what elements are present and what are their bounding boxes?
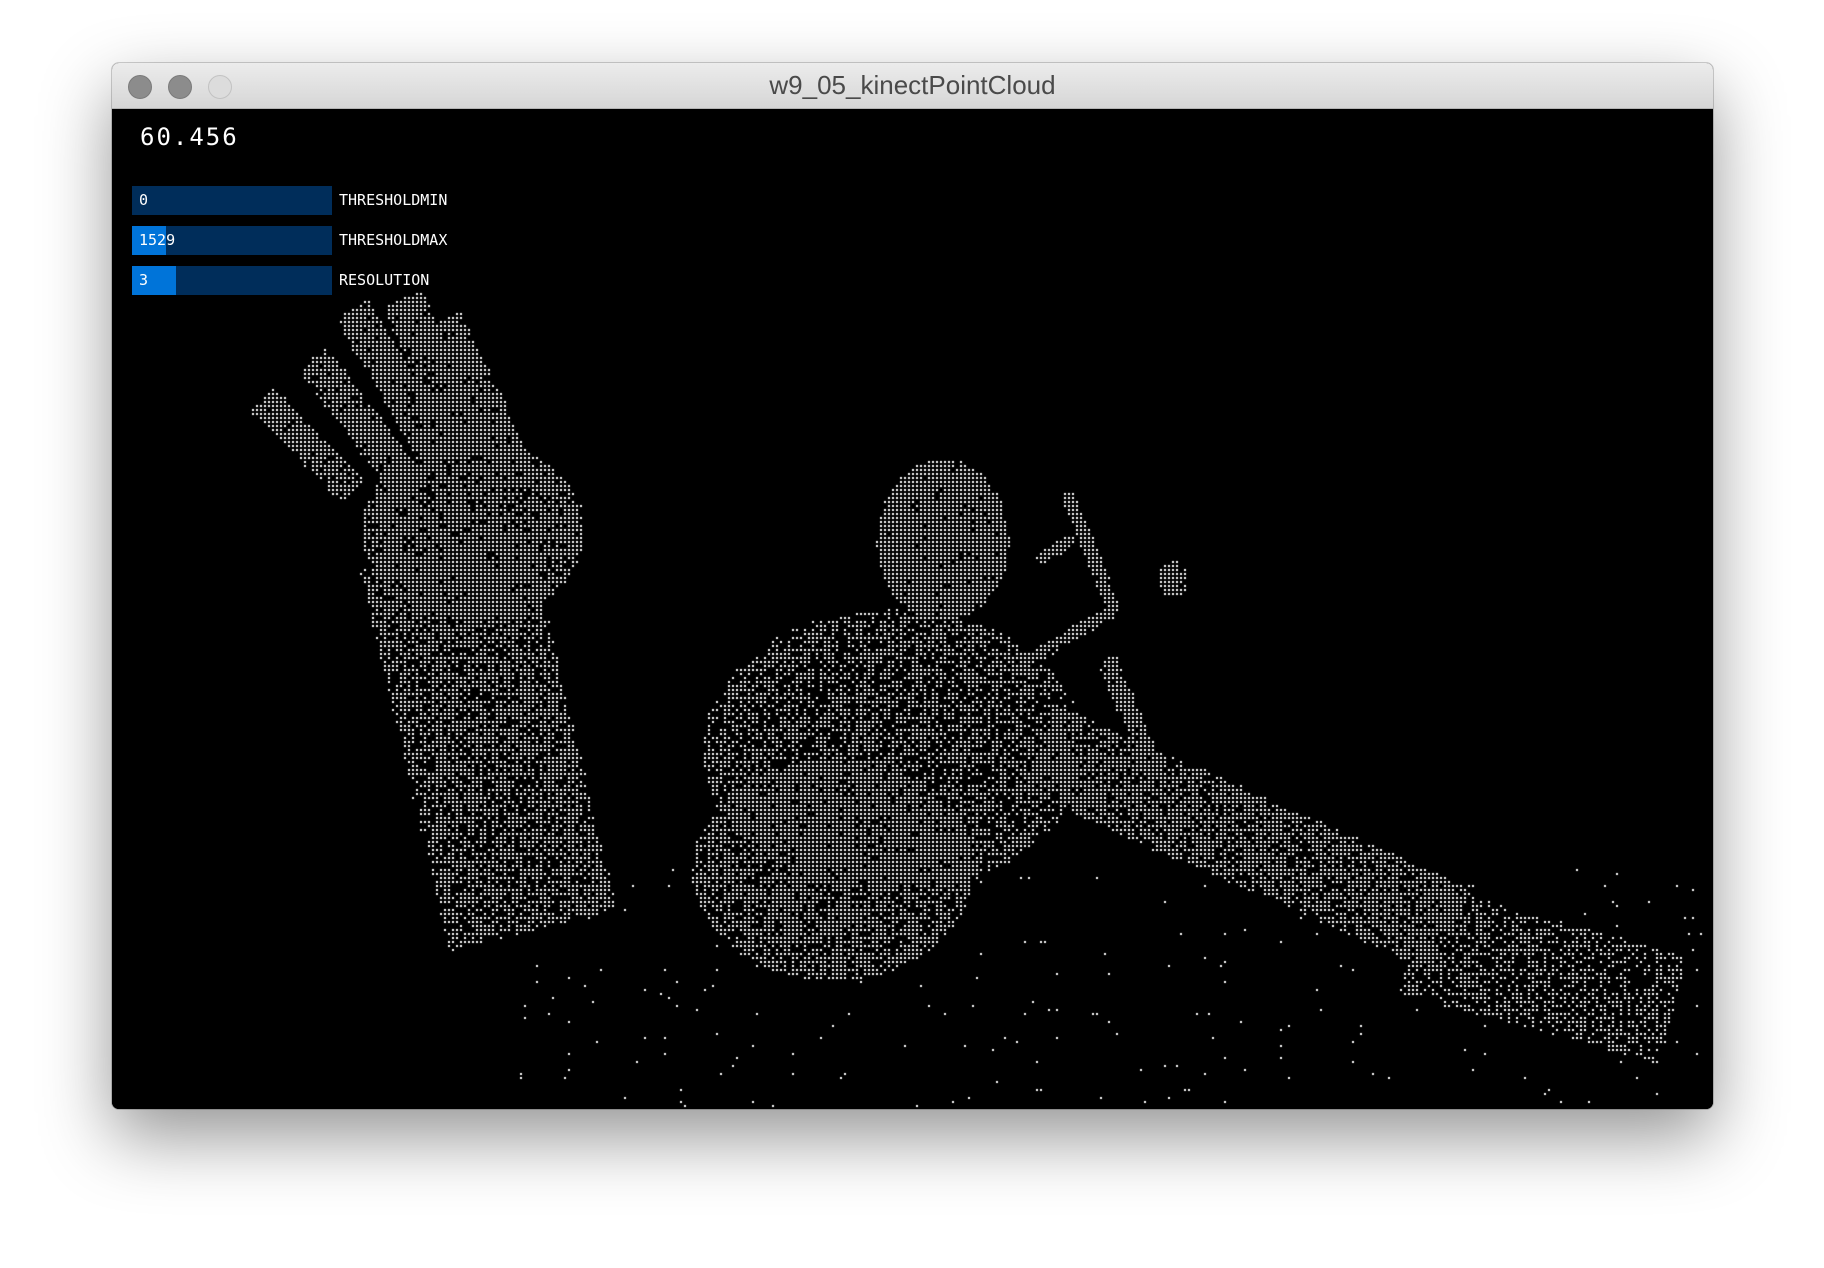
resolution-track[interactable]: 3 [132,266,332,295]
frame-rate-readout: 60.456 [140,123,239,151]
sketch-canvas[interactable]: 60.456 0 THRESHOLDMIN 1529 THRESHOLDMAX … [112,109,1713,1109]
threshold-min-label: THRESHOLDMIN [339,191,448,209]
resolution-label: RESOLUTION [339,271,430,289]
app-window: w9_05_kinectPointCloud 60.456 0 THRESHOL… [112,63,1713,1109]
threshold-min-value: 0 [139,191,149,209]
threshold-min-track[interactable]: 0 [132,186,332,215]
point-cloud-render [112,109,1713,1109]
window-title: w9_05_kinectPointCloud [769,70,1056,100]
threshold-max-value: 1529 [139,231,176,249]
resolution-value: 3 [139,271,149,289]
threshold-max-track[interactable]: 1529 [132,226,332,255]
title-bar[interactable]: w9_05_kinectPointCloud [112,63,1713,109]
threshold-max-label: THRESHOLDMAX [339,231,448,249]
